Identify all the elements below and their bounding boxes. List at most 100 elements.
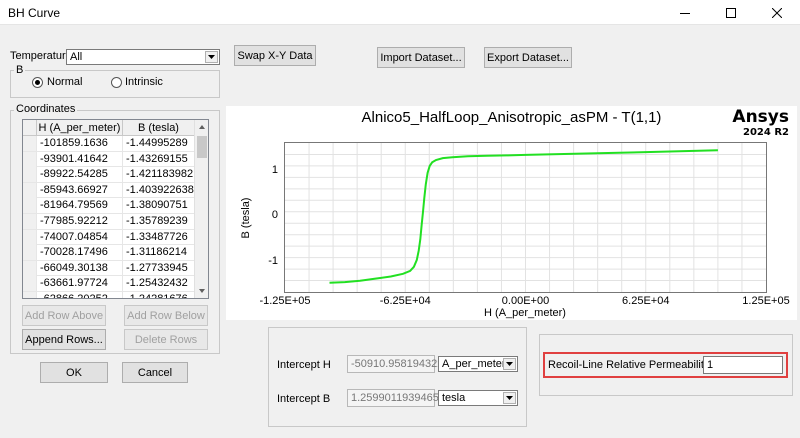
intercept-h-value: -50910.9581943227	[351, 358, 450, 370]
x-tick-label: -1.25E+05	[259, 295, 311, 307]
header-corner	[23, 120, 37, 136]
table-rows: -101859.1636 -1.44995289 -93901.41642 -1.43…	[23, 136, 195, 298]
cell-h[interactable]: -70028.17496	[37, 245, 123, 261]
row-selector[interactable]	[23, 229, 37, 245]
close-icon	[772, 7, 782, 18]
recoil-permeability-field[interactable]: 1	[703, 356, 783, 374]
cell-b[interactable]: -1.24281676	[123, 291, 195, 298]
close-button[interactable]	[754, 0, 800, 25]
cell-h[interactable]: -74007.04854	[37, 229, 123, 245]
row-selector[interactable]	[23, 167, 37, 183]
cell-b[interactable]: -1.33487726	[123, 229, 195, 245]
column-header-h[interactable]: H (A_per_meter)	[37, 120, 123, 136]
cell-h[interactable]: -81964.79569	[37, 198, 123, 214]
cell-b[interactable]: -1.44995289	[123, 136, 195, 151]
minimize-icon	[680, 12, 690, 14]
brand-version: 2024 R2	[743, 127, 789, 138]
table-row[interactable]: -89922.54285 -1.421183982	[23, 167, 195, 183]
intercept-b-value: 1.25990119394658	[351, 392, 446, 404]
cell-b[interactable]: -1.25432432	[123, 276, 195, 292]
column-header-b[interactable]: B (tesla)	[123, 120, 195, 136]
intercept-group	[268, 327, 527, 427]
cancel-button[interactable]: Cancel	[122, 362, 188, 383]
coordinates-table[interactable]: H (A_per_meter) B (tesla) -101859.1636 -1…	[22, 119, 209, 299]
cell-b[interactable]: -1.43269155	[123, 151, 195, 167]
bh-curve-line	[329, 149, 718, 284]
add-row-above-button[interactable]: Add Row Above	[22, 305, 106, 326]
row-selector[interactable]	[23, 213, 37, 229]
intercept-h-label: Intercept H	[277, 359, 331, 371]
add-row-below-button[interactable]: Add Row Below	[124, 305, 208, 326]
chart-title: Alnico5_HalfLoop_Anisotropic_asPM - T(1,…	[361, 109, 662, 126]
table-row[interactable]: -77985.92212 -1.35789239	[23, 213, 195, 230]
intercept-h-unit-select[interactable]: A_per_meter	[438, 356, 518, 372]
intercept-b-field[interactable]: 1.25990119394658	[347, 389, 445, 407]
x-axis-label: H (A_per_meter)	[484, 307, 566, 319]
b-group-label: B	[14, 64, 26, 76]
intrinsic-radio[interactable]	[111, 77, 122, 88]
table-row[interactable]: -81964.79569 -1.38090751	[23, 198, 195, 214]
row-selector[interactable]	[23, 151, 37, 167]
row-selector[interactable]	[23, 245, 37, 261]
table-scrollbar[interactable]	[194, 120, 208, 298]
cell-b[interactable]: -1.35789239	[123, 213, 195, 229]
intercept-h-unit: A_per_meter	[442, 358, 506, 370]
table-row[interactable]: -62866.20252 -1.24281676	[23, 291, 195, 298]
cell-h[interactable]: -77985.92212	[37, 213, 123, 229]
row-selector[interactable]	[23, 198, 37, 214]
table-row[interactable]: -66049.30138 -1.27733945	[23, 260, 195, 277]
cell-h[interactable]: -63661.97724	[37, 276, 123, 292]
intercept-b-label: Intercept B	[277, 393, 331, 405]
chevron-down-icon	[503, 392, 516, 404]
bh-plot: Alnico5_HalfLoop_Anisotropic_asPM - T(1,…	[226, 106, 797, 320]
maximize-icon	[726, 7, 736, 18]
recoil-permeability-value: 1	[707, 359, 714, 371]
row-selector[interactable]	[23, 136, 37, 151]
intercept-b-unit-select[interactable]: tesla	[438, 390, 518, 406]
intercept-h-field[interactable]: -50910.9581943227	[347, 355, 449, 373]
row-selector[interactable]	[23, 182, 37, 198]
maximize-button[interactable]	[708, 0, 754, 25]
intrinsic-label: Intrinsic	[125, 76, 163, 88]
cell-h[interactable]: -66049.30138	[37, 260, 123, 276]
row-selector[interactable]	[23, 291, 37, 298]
x-tick-label: 6.25E+04	[622, 295, 670, 307]
table-row[interactable]: -85943.66927 -1.403922638	[23, 182, 195, 199]
table-row[interactable]: -70028.17496 -1.31186214	[23, 245, 195, 261]
row-selector[interactable]	[23, 260, 37, 276]
swap-xy-button[interactable]: Swap X-Y Data	[234, 45, 316, 66]
window-title: BH Curve	[8, 6, 61, 20]
table-row[interactable]: -63661.97724 -1.25432432	[23, 276, 195, 292]
scrollbar-arrows-icon	[197, 125, 207, 293]
normal-radio[interactable]	[32, 77, 43, 88]
ok-button[interactable]: OK	[40, 362, 108, 383]
title-bar: BH Curve	[0, 0, 800, 25]
cell-b[interactable]: -1.31186214	[123, 245, 195, 261]
cell-h[interactable]: -89922.54285	[37, 167, 123, 183]
cell-h[interactable]: -85943.66927	[37, 182, 123, 198]
table-header: H (A_per_meter) B (tesla)	[23, 120, 195, 136]
normal-label: Normal	[47, 76, 83, 88]
cell-b[interactable]: -1.27733945	[123, 260, 195, 276]
chart-svg	[285, 143, 766, 292]
row-selector[interactable]	[23, 276, 37, 292]
delete-rows-button[interactable]: Delete Rows	[124, 329, 208, 350]
table-row[interactable]: -74007.04854 -1.33487726	[23, 229, 195, 246]
cell-b[interactable]: -1.38090751	[123, 198, 195, 214]
import-dataset-button[interactable]: Import Dataset...	[377, 47, 465, 68]
minimize-button[interactable]	[662, 0, 708, 25]
cell-b[interactable]: -1.403922638	[123, 182, 195, 198]
export-dataset-button[interactable]: Export Dataset...	[484, 47, 572, 68]
brand-name: Ansys	[732, 107, 789, 127]
chevron-down-icon	[503, 358, 516, 370]
temperature-select[interactable]: All	[66, 49, 220, 65]
table-row[interactable]: -101859.1636 -1.44995289	[23, 136, 195, 152]
cell-h[interactable]: -101859.1636	[37, 136, 123, 151]
cell-b[interactable]: -1.421183982	[123, 167, 195, 183]
cell-h[interactable]: -62866.20252	[37, 291, 123, 298]
append-rows-button[interactable]: Append Rows...	[22, 329, 106, 350]
temperature-value: All	[70, 51, 83, 63]
y-tick-label: 1	[271, 163, 278, 176]
cell-h[interactable]: -93901.41642	[37, 151, 123, 167]
table-row[interactable]: -93901.41642 -1.43269155	[23, 151, 195, 168]
